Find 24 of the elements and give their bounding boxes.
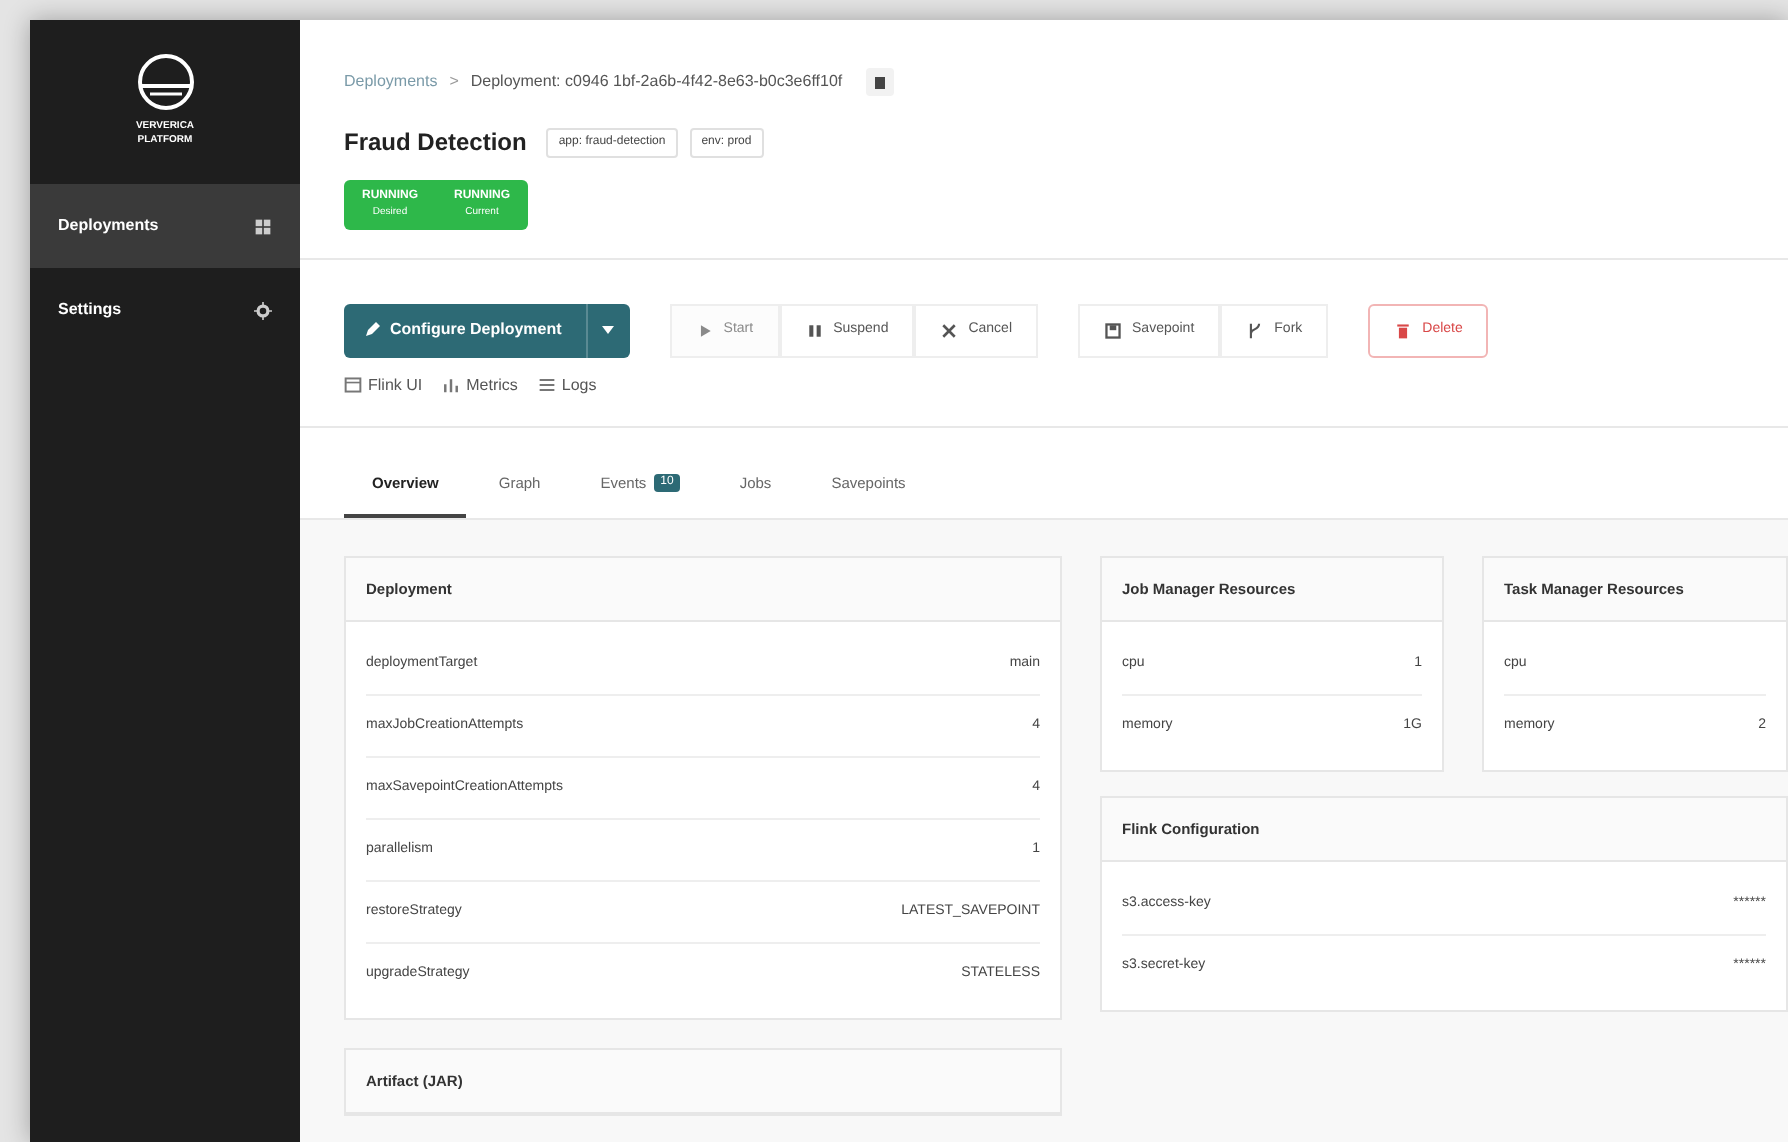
fork-icon	[1246, 321, 1265, 339]
deployment-title: Fraud Detection	[344, 126, 527, 160]
grid-icon	[254, 217, 272, 235]
toolbar-link[interactable]: Metrics	[442, 373, 518, 397]
toolbar-link[interactable]: Flink UI	[344, 373, 423, 397]
dropdown-button[interactable]	[585, 303, 630, 357]
configure-deployment-button[interactable]: Configure Deployment	[344, 303, 586, 357]
sidebar-item[interactable]: Deployments	[30, 184, 300, 268]
sidebar-item[interactable]: Settings	[30, 268, 300, 352]
breadcrumb-current: Deployment: c0946 1bf-2a6b-4f42-8e63-b0c3e6ff10f	[470, 70, 843, 94]
pause-icon	[805, 321, 824, 339]
caret-icon	[602, 326, 615, 334]
window-icon	[344, 376, 362, 394]
copy-button[interactable]	[866, 68, 895, 96]
logo-icon	[135, 52, 195, 112]
breadcrumb-separator: >	[449, 70, 459, 94]
toolbar-link[interactable]: Logs	[537, 373, 597, 397]
edit-icon	[364, 322, 380, 338]
close-icon	[940, 321, 959, 339]
trash-icon	[1394, 321, 1413, 339]
play-icon	[695, 321, 714, 339]
list-icon	[537, 376, 556, 394]
gear-icon	[254, 301, 272, 319]
bar-chart-icon	[442, 376, 461, 394]
